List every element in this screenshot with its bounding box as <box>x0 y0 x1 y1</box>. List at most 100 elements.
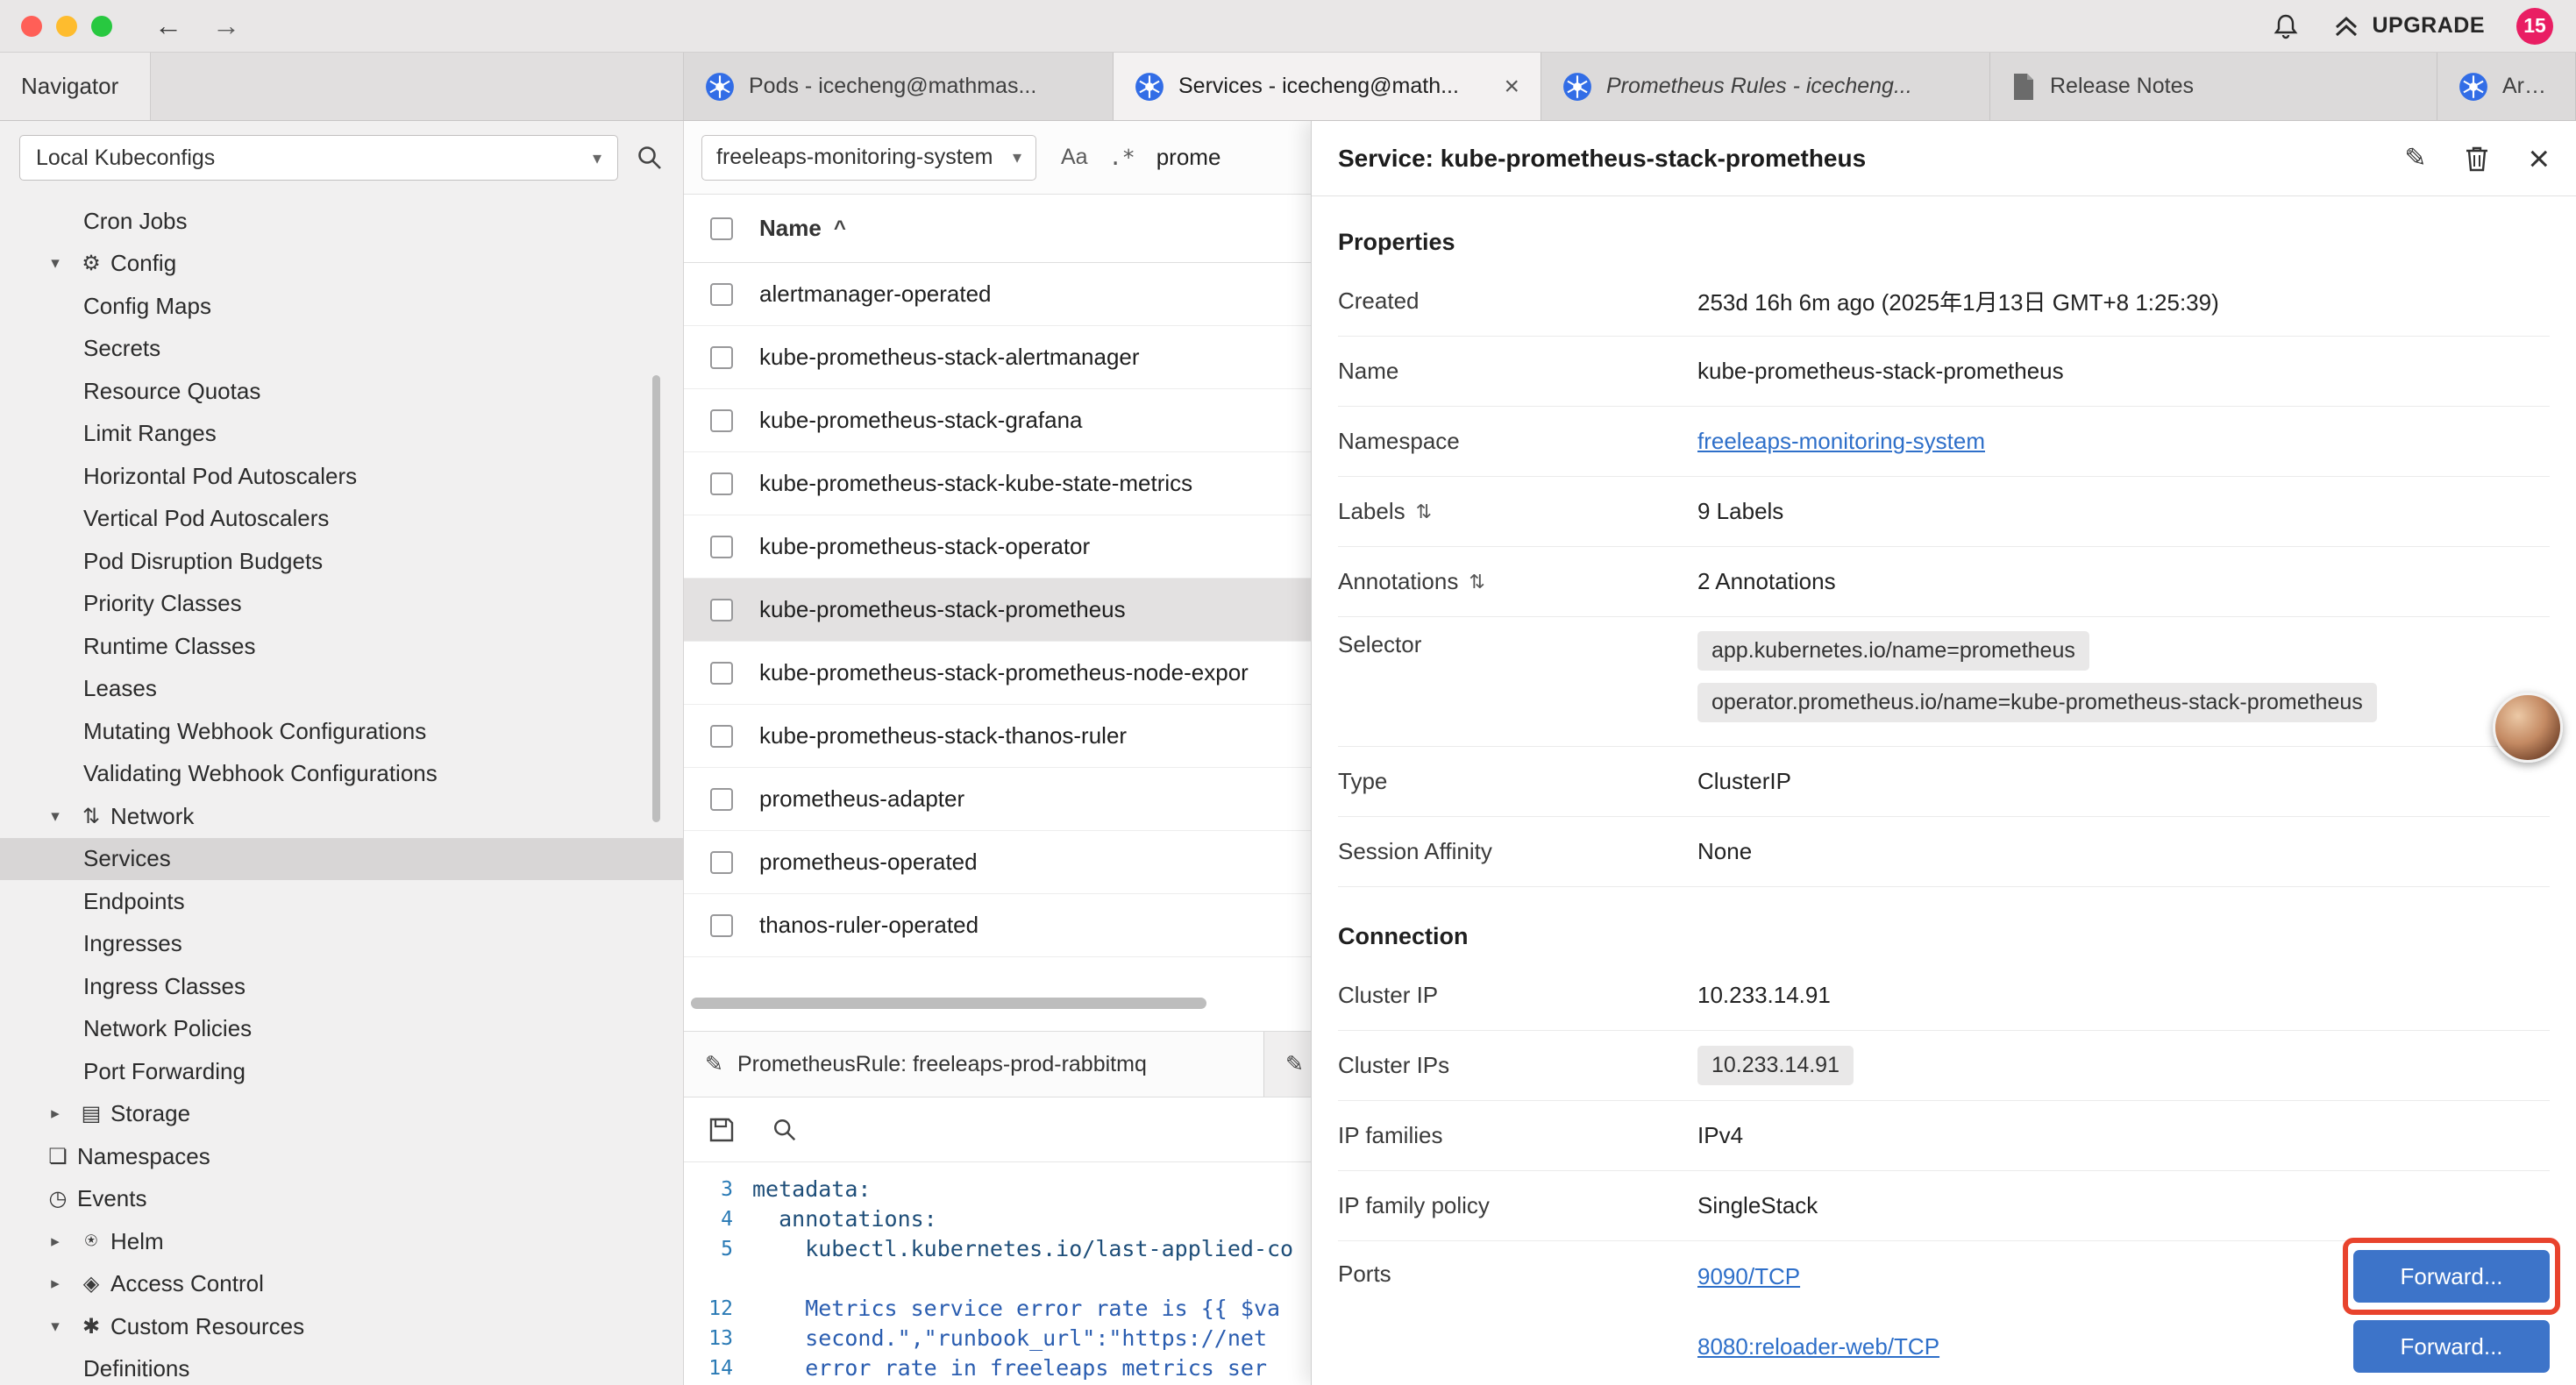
service-name: alertmanager-operated <box>759 281 992 308</box>
tab-prometheus-rules[interactable]: Prometheus Rules - icecheng... <box>1541 53 1990 120</box>
network-icon: ⇅ <box>72 804 110 829</box>
avatar[interactable] <box>2493 692 2563 763</box>
navigator-zone: Navigator <box>0 53 684 120</box>
sidebar-item-limit-ranges[interactable]: Limit Ranges <box>0 413 683 456</box>
tab-pods[interactable]: Pods - icecheng@mathmas... <box>684 53 1114 120</box>
property-row-labels: Labels ⇅ 9 Labels <box>1338 477 2550 547</box>
sidebar-item-resource-quotas[interactable]: Resource Quotas <box>0 370 683 413</box>
sidebar-item-mutating-webhook-configurations[interactable]: Mutating Webhook Configurations <box>0 710 683 753</box>
port-link-8080[interactable]: 8080:reloader-web/TCP <box>1697 1333 1939 1360</box>
match-case-toggle[interactable]: Aa <box>1061 145 1088 170</box>
sidebar-item-namespaces[interactable]: ❏Namespaces <box>0 1135 683 1178</box>
search-icon[interactable] <box>636 144 664 172</box>
forward-button[interactable]: → <box>212 10 240 42</box>
notifications-bell-icon[interactable] <box>2272 12 2300 40</box>
namespace-link[interactable]: freeleaps-monitoring-system <box>1697 428 1985 454</box>
upgrade-button[interactable]: UPGRADE <box>2331 13 2485 39</box>
save-icon[interactable] <box>708 1117 735 1143</box>
sidebar-scrollbar[interactable] <box>652 375 660 822</box>
search-icon[interactable] <box>772 1117 798 1143</box>
sidebar-item-network-policies[interactable]: Network Policies <box>0 1008 683 1051</box>
sidebar-item-vertical-pod-autoscalers[interactable]: Vertical Pod Autoscalers <box>0 498 683 541</box>
row-checkbox[interactable] <box>710 472 733 495</box>
sidebar-item-cron-jobs[interactable]: Cron Jobs <box>0 200 683 243</box>
service-name: thanos-ruler-operated <box>759 912 978 939</box>
line-number: 4 <box>684 1204 752 1234</box>
row-checkbox[interactable] <box>710 599 733 621</box>
chevron-down-icon[interactable]: ▾ <box>39 253 72 273</box>
expand-toggle-icon[interactable]: ⇅ <box>1469 571 1484 593</box>
row-checkbox[interactable] <box>710 851 733 874</box>
port-line-8080: 8080:reloader-web/TCP Forward... <box>1697 1311 2550 1381</box>
sidebar-item-events[interactable]: ◷Events <box>0 1178 683 1221</box>
sidebar-item-config-maps[interactable]: Config Maps <box>0 285 683 328</box>
sidebar-item-horizontal-pod-autoscalers[interactable]: Horizontal Pod Autoscalers <box>0 455 683 498</box>
chevron-right-icon[interactable]: ▸ <box>39 1232 72 1252</box>
edit-icon[interactable]: ✎ <box>2404 146 2426 172</box>
sidebar-item-runtime-classes[interactable]: Runtime Classes <box>0 625 683 668</box>
line-number: 12 <box>684 1294 752 1324</box>
sidebar-item-network[interactable]: ▾⇅Network <box>0 795 683 838</box>
name-column-header[interactable]: Name <box>759 215 822 242</box>
forward-button-8080[interactable]: Forward... <box>2353 1320 2550 1373</box>
sidebar-item-config[interactable]: ▾⚙Config <box>0 243 683 286</box>
close-window-button[interactable] <box>21 16 42 37</box>
port-link-9090[interactable]: 9090/TCP <box>1697 1263 1800 1290</box>
scrollbar-thumb[interactable] <box>691 998 1206 1009</box>
sidebar-item-leases[interactable]: Leases <box>0 668 683 711</box>
chevron-down-icon[interactable]: ▾ <box>39 806 72 827</box>
row-checkbox[interactable] <box>710 346 733 369</box>
zoom-window-button[interactable] <box>91 16 112 37</box>
dock-tab-prometheusrule[interactable]: ✎ PrometheusRule: freeleaps-prod-rabbitm… <box>684 1032 1264 1097</box>
sidebar-item-pod-disruption-budgets[interactable]: Pod Disruption Budgets <box>0 540 683 583</box>
drawer-body: Properties Created 253d 16h 6m ago (2025… <box>1312 196 2576 1385</box>
row-checkbox[interactable] <box>710 536 733 558</box>
minimize-window-button[interactable] <box>56 16 77 37</box>
sidebar-item-access-control[interactable]: ▸◈Access Control <box>0 1263 683 1306</box>
navigator-header[interactable]: Navigator <box>0 53 151 120</box>
helm-icon: ⍟ <box>72 1229 110 1254</box>
close-tab-icon[interactable]: × <box>1504 74 1519 100</box>
chevron-right-icon[interactable]: ▸ <box>39 1104 72 1124</box>
sidebar-item-services[interactable]: Services <box>0 838 683 881</box>
chevron-right-icon[interactable]: ▸ <box>39 1274 72 1294</box>
sidebar-item-helm[interactable]: ▸⍟Helm <box>0 1220 683 1263</box>
sidebar-item-custom-resources[interactable]: ▾✱Custom Resources <box>0 1305 683 1348</box>
select-all-checkbox[interactable] <box>710 217 733 240</box>
row-checkbox[interactable] <box>710 662 733 685</box>
sidebar-item-ingress-classes[interactable]: Ingress Classes <box>0 965 683 1008</box>
chevron-down-icon[interactable]: ▾ <box>39 1317 72 1337</box>
regex-toggle[interactable]: .* <box>1109 145 1135 170</box>
sidebar-item-validating-webhook-configurations[interactable]: Validating Webhook Configurations <box>0 753 683 796</box>
row-checkbox[interactable] <box>710 788 733 811</box>
row-checkbox[interactable] <box>710 283 733 306</box>
sidebar-item-secrets[interactable]: Secrets <box>0 328 683 371</box>
kubeconfig-source-select[interactable]: Local Kubeconfigs ▾ <box>19 135 618 181</box>
connection-row-ip-family-policy: IP family policy SingleStack <box>1338 1171 2550 1241</box>
sidebar-item-label: Validating Webhook Configurations <box>83 760 438 787</box>
custom-resources-icon: ✱ <box>72 1314 110 1339</box>
expand-toggle-icon[interactable]: ⇅ <box>1416 501 1432 523</box>
sidebar-item-storage[interactable]: ▸▤Storage <box>0 1093 683 1136</box>
trash-icon[interactable] <box>2465 145 2489 173</box>
notification-count-badge[interactable]: 15 <box>2516 8 2553 45</box>
forward-button-9090[interactable]: Forward... <box>2353 1250 2550 1303</box>
sidebar-item-priority-classes[interactable]: Priority Classes <box>0 583 683 626</box>
tab-argo[interactable]: Argo S... <box>2437 53 2576 120</box>
horizontal-scrollbar[interactable] <box>691 998 1305 1009</box>
close-icon[interactable]: × <box>2528 140 2550 177</box>
tab-release-notes[interactable]: Release Notes <box>1990 53 2437 120</box>
back-button[interactable]: ← <box>154 10 182 42</box>
sidebar-item-ingresses[interactable]: Ingresses <box>0 923 683 966</box>
tab-services[interactable]: Services - icecheng@math... × <box>1114 53 1541 120</box>
sidebar-item-definitions[interactable]: Definitions <box>0 1348 683 1385</box>
sidebar-item-endpoints[interactable]: Endpoints <box>0 880 683 923</box>
sidebar-item-port-forwarding[interactable]: Port Forwarding <box>0 1050 683 1093</box>
row-checkbox[interactable] <box>710 409 733 432</box>
namespace-select[interactable]: freeleaps-monitoring-system ▾ <box>701 135 1036 181</box>
search-input[interactable] <box>1156 144 1314 171</box>
row-checkbox[interactable] <box>710 725 733 748</box>
sidebar-item-label: Custom Resources <box>110 1313 304 1340</box>
row-checkbox[interactable] <box>710 914 733 937</box>
access-control-icon: ◈ <box>72 1271 110 1296</box>
